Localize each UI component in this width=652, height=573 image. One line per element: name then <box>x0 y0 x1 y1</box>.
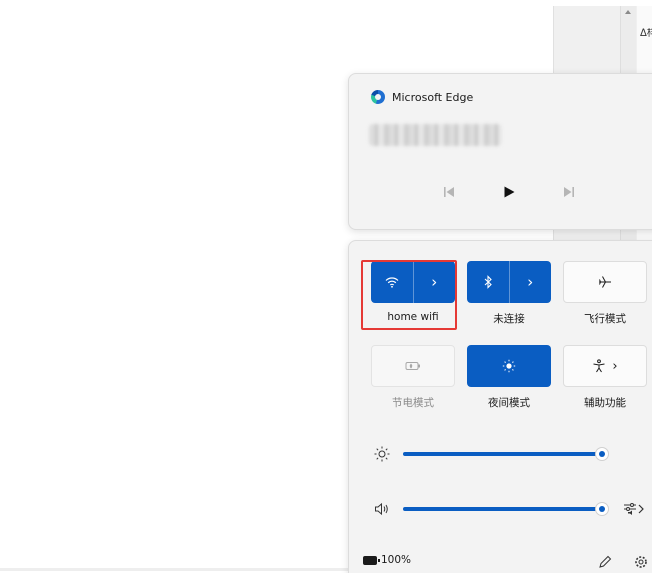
battery-saver-toggle[interactable] <box>371 345 455 387</box>
night-light-icon <box>502 359 516 373</box>
chevron-right-icon: › <box>527 272 534 291</box>
airplane-toggle[interactable] <box>563 261 647 303</box>
bluetooth-toggle[interactable]: › <box>467 261 551 303</box>
play-icon <box>504 186 515 198</box>
volume-row <box>371 499 651 519</box>
taskbar-edge <box>0 568 350 571</box>
speaker-icon[interactable] <box>371 499 393 519</box>
tile-night-light: 夜间模式 <box>467 345 551 410</box>
tile-battery-saver: 节电模式 <box>371 345 455 410</box>
media-controls <box>439 182 579 202</box>
brightness-icon <box>371 444 393 464</box>
play-button[interactable] <box>499 182 519 202</box>
battery-saver-toggle-button[interactable] <box>372 346 454 386</box>
bluetooth-toggle-button[interactable] <box>467 261 509 303</box>
accessibility-button[interactable]: › <box>564 346 646 386</box>
night-light-label: 夜间模式 <box>488 397 530 409</box>
accessibility-label: 辅助功能 <box>584 397 626 409</box>
battery-saver-icon <box>405 362 420 370</box>
media-title-redacted <box>369 124 502 146</box>
night-light-toggle-button[interactable] <box>467 345 551 387</box>
brightness-slider[interactable] <box>403 447 609 461</box>
volume-slider[interactable] <box>403 502 609 516</box>
bluetooth-label: 未连接 <box>493 313 525 325</box>
bluetooth-icon <box>484 275 492 289</box>
edge-icon <box>371 90 385 104</box>
settings-button[interactable] <box>631 552 651 572</box>
night-light-toggle[interactable] <box>467 345 551 387</box>
next-track-icon <box>564 187 574 197</box>
brightness-slider-thumb[interactable] <box>595 447 609 461</box>
brightness-row <box>371 444 651 464</box>
audio-output-button[interactable] <box>619 499 649 519</box>
chevron-right-icon: › <box>612 358 618 374</box>
bluetooth-expand-button[interactable]: › <box>508 261 552 303</box>
airplane-icon <box>599 276 611 288</box>
next-track-button[interactable] <box>559 182 579 202</box>
battery-percent: 100% <box>381 554 412 566</box>
battery-status[interactable]: 100% <box>363 554 411 566</box>
media-app-name: Microsoft Edge <box>392 90 474 104</box>
battery-icon <box>363 555 380 565</box>
annotation-highlight <box>361 260 457 330</box>
battery-saver-label: 节电模式 <box>392 397 434 409</box>
airplane-label: 飞行模式 <box>584 313 626 325</box>
edit-quick-settings-button[interactable] <box>595 552 615 572</box>
tile-accessibility: › 辅助功能 <box>563 345 647 410</box>
scroll-up-icon[interactable] <box>625 10 631 14</box>
accessibility-icon <box>593 359 605 373</box>
previous-track-icon <box>444 187 454 197</box>
tile-airplane: 飞行模式 <box>563 261 647 326</box>
tile-bluetooth: › 未连接 <box>467 261 551 326</box>
tile-row-2: 节电模式 夜间模式 › 辅助功能 <box>371 345 647 410</box>
previous-track-button[interactable] <box>439 182 459 202</box>
media-app-header: Microsoft Edge <box>371 90 473 104</box>
background-text: ᐃ样 <box>640 28 652 39</box>
volume-slider-thumb[interactable] <box>595 502 609 516</box>
accessibility-toggle[interactable]: › <box>563 345 647 387</box>
airplane-toggle-button[interactable] <box>564 262 646 302</box>
media-flyout: Microsoft Edge <box>348 73 652 230</box>
gear-icon <box>635 556 647 568</box>
pencil-icon <box>599 555 612 568</box>
audio-output-icon <box>624 503 644 515</box>
